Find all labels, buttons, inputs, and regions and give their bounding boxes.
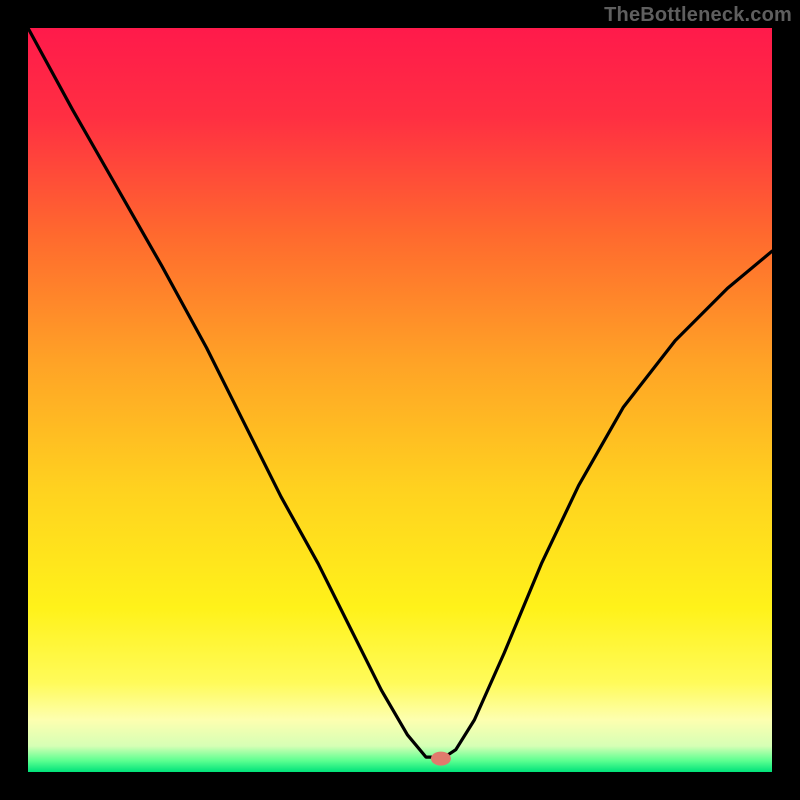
marker-dot: [431, 752, 451, 766]
chart-stage: TheBottleneck.com: [0, 0, 800, 800]
plot-background: [28, 28, 772, 772]
watermark-text: TheBottleneck.com: [604, 4, 792, 27]
chart-svg: [0, 0, 800, 800]
